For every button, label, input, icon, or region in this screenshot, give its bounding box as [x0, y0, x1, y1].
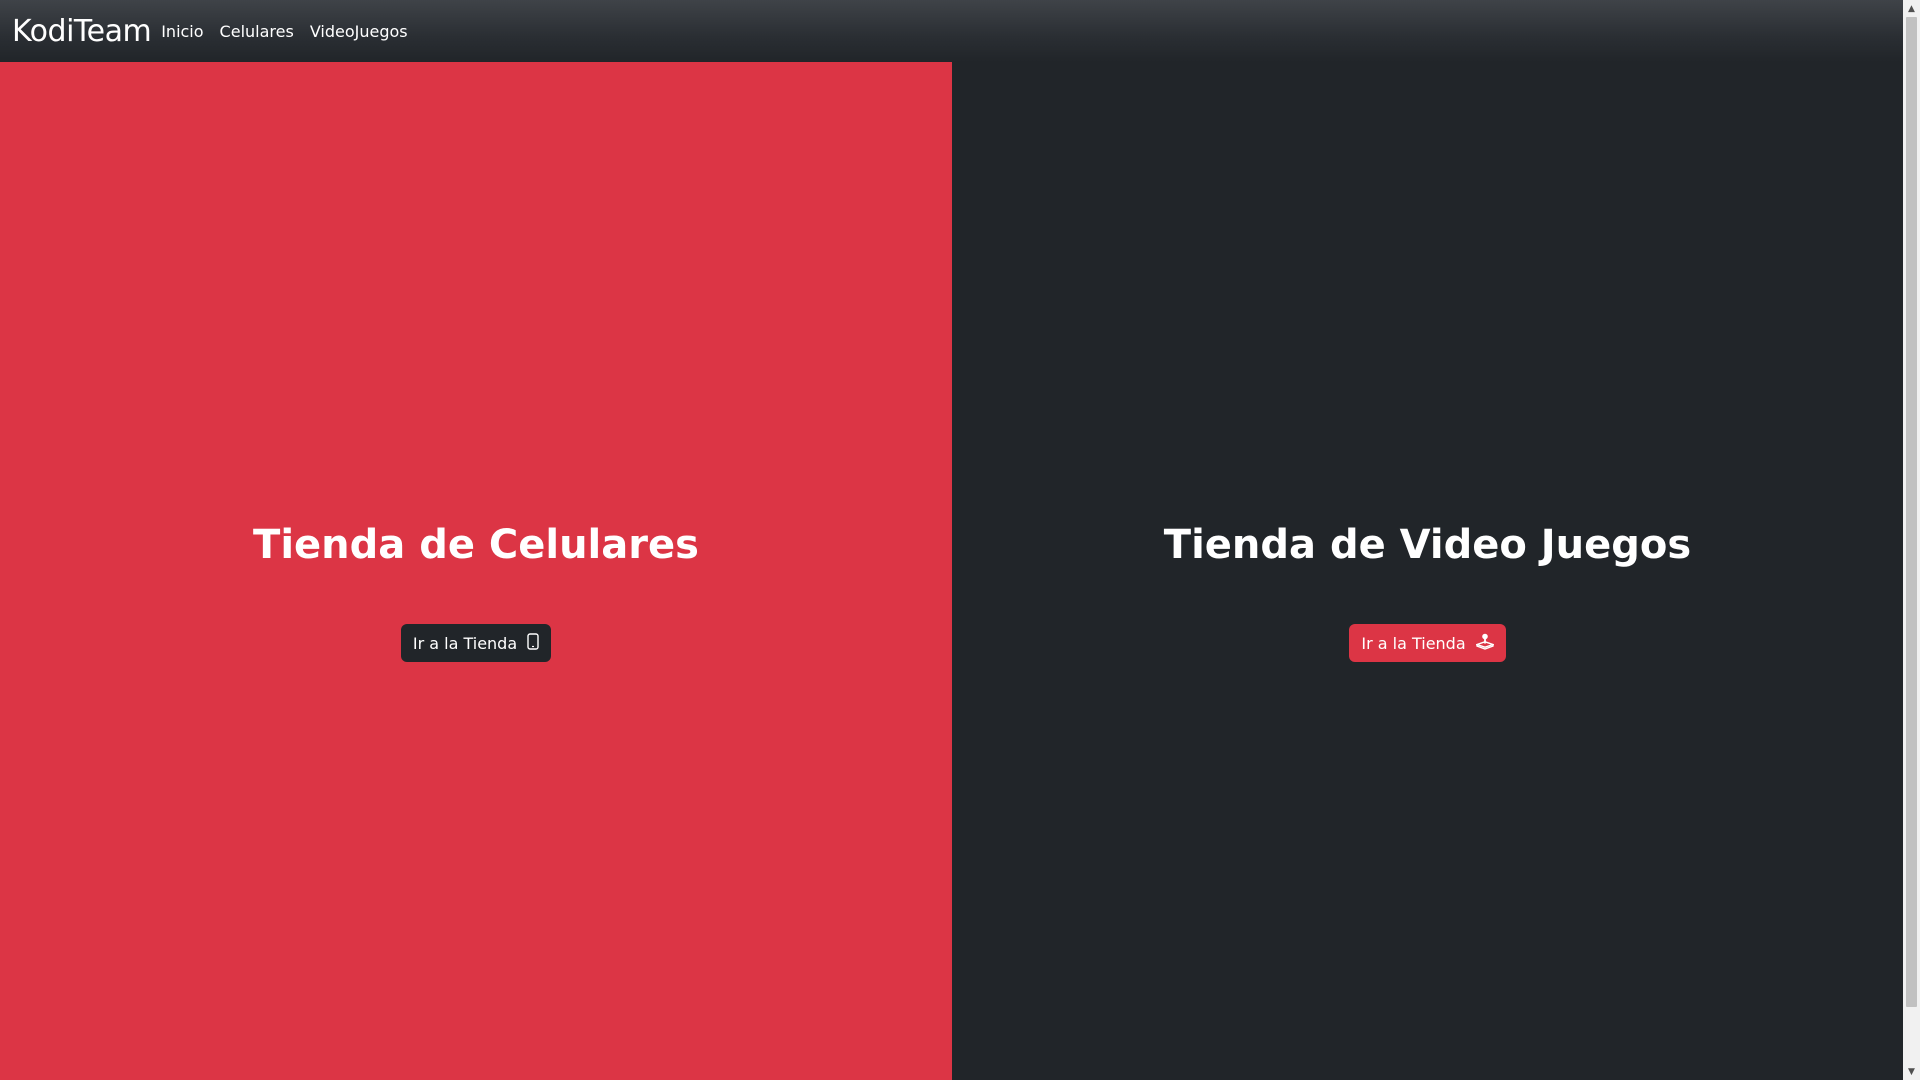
go-to-videogames-store-button[interactable]: Ir a la Tienda	[1349, 624, 1506, 662]
split-hero: Tienda de Celulares Ir a la Tienda Tiend…	[0, 62, 1903, 1080]
phones-store-title: Tienda de Celulares	[253, 522, 699, 568]
phone-icon	[527, 632, 539, 654]
page: KodiTeam Inicio Celulares VideoJuegos Ti…	[0, 0, 1920, 1080]
nav-link-inicio[interactable]: Inicio	[161, 22, 203, 41]
go-to-phones-store-label: Ir a la Tienda	[412, 633, 518, 653]
videogames-store-title: Tienda de Video Juegos	[1163, 522, 1692, 568]
nav-link-celulares[interactable]: Celulares	[220, 22, 294, 41]
videogames-store-panel: Tienda de Video Juegos Ir a la Tienda	[952, 62, 1903, 1080]
phones-store-panel: Tienda de Celulares Ir a la Tienda	[0, 62, 952, 1080]
nav-link-videojuegos[interactable]: VideoJuegos	[310, 22, 408, 41]
scroll-down-arrow-icon[interactable]: ▼	[1903, 1063, 1920, 1080]
vertical-scrollbar[interactable]: ▲ ▼	[1903, 0, 1920, 1080]
scrollbar-thumb[interactable]	[1906, 17, 1917, 1007]
scroll-up-arrow-icon[interactable]: ▲	[1903, 0, 1920, 17]
brand-logo-link[interactable]: KodiTeam	[12, 14, 152, 49]
go-to-phones-store-button[interactable]: Ir a la Tienda	[400, 624, 552, 662]
joystick-icon	[1474, 633, 1495, 654]
go-to-videogames-store-label: Ir a la Tienda	[1361, 633, 1466, 653]
navbar: KodiTeam Inicio Celulares VideoJuegos	[0, 0, 1903, 62]
